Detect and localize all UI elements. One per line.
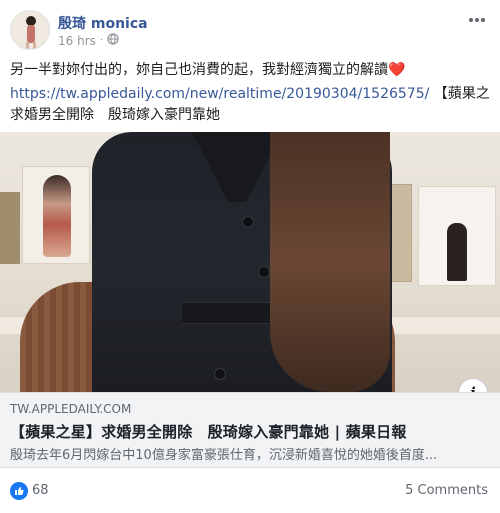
link-preview-box[interactable]: TW.APPLEDAILY.COM 【蘋果之星】求婚男全開除 殷琦嫁入豪門靠她 … [0,392,500,468]
post-message: 另一半對妳付出的，妳自己也消費的起，我對經濟獨立的解讀❤️ https://tw… [10,60,490,126]
post-timestamp[interactable]: 16 hrs [58,34,96,48]
globe-icon[interactable] [107,33,119,48]
heart-emoji-icon: ❤️ [388,62,406,78]
author-avatar[interactable] [10,10,50,50]
like-count[interactable]: 68 [32,483,49,498]
facebook-post: 殷琦 monica 16 hrs · 另一半對妳付出的，妳自己也消費的起，我對經… [0,0,500,513]
reactions-bar: 68 5 Comments [0,478,500,506]
message-line-2: https://tw.appledaily.com/new/realtime/2… [10,86,490,102]
book-spine-decoration [0,192,20,264]
meta-separator: · [99,35,104,46]
comments-count[interactable]: 5 Comments [405,483,488,498]
post-link[interactable]: https://tw.appledaily.com/new/realtime/2… [10,86,429,102]
book-cover-left [22,166,90,264]
link-domain: TW.APPLEDAILY.COM [10,402,132,416]
message-line-3: 求婚男全開除 殷琦嫁入豪門靠她 [10,107,220,123]
book-cover-right [418,186,496,286]
hair [270,132,390,392]
link-headline[interactable]: 【蘋果之星】求婚男全開除 殷琦嫁入豪門靠她 | 蘋果日報 [10,421,407,442]
post-meta: 16 hrs · [58,33,119,48]
link-preview-image[interactable] [0,132,500,392]
message-line-1: 另一半對妳付出的，妳自己也消費的起，我對經濟獨立的解讀❤️ [10,62,406,78]
author-name[interactable]: 殷琦 monica [58,13,148,33]
link-description: 殷琦去年6月閃嫁台中10億身家富豪張仕育，沉浸新婚喜悅的她婚後首度... [10,448,438,463]
more-options-icon[interactable] [468,8,486,27]
like-reaction-icon[interactable] [10,482,28,500]
